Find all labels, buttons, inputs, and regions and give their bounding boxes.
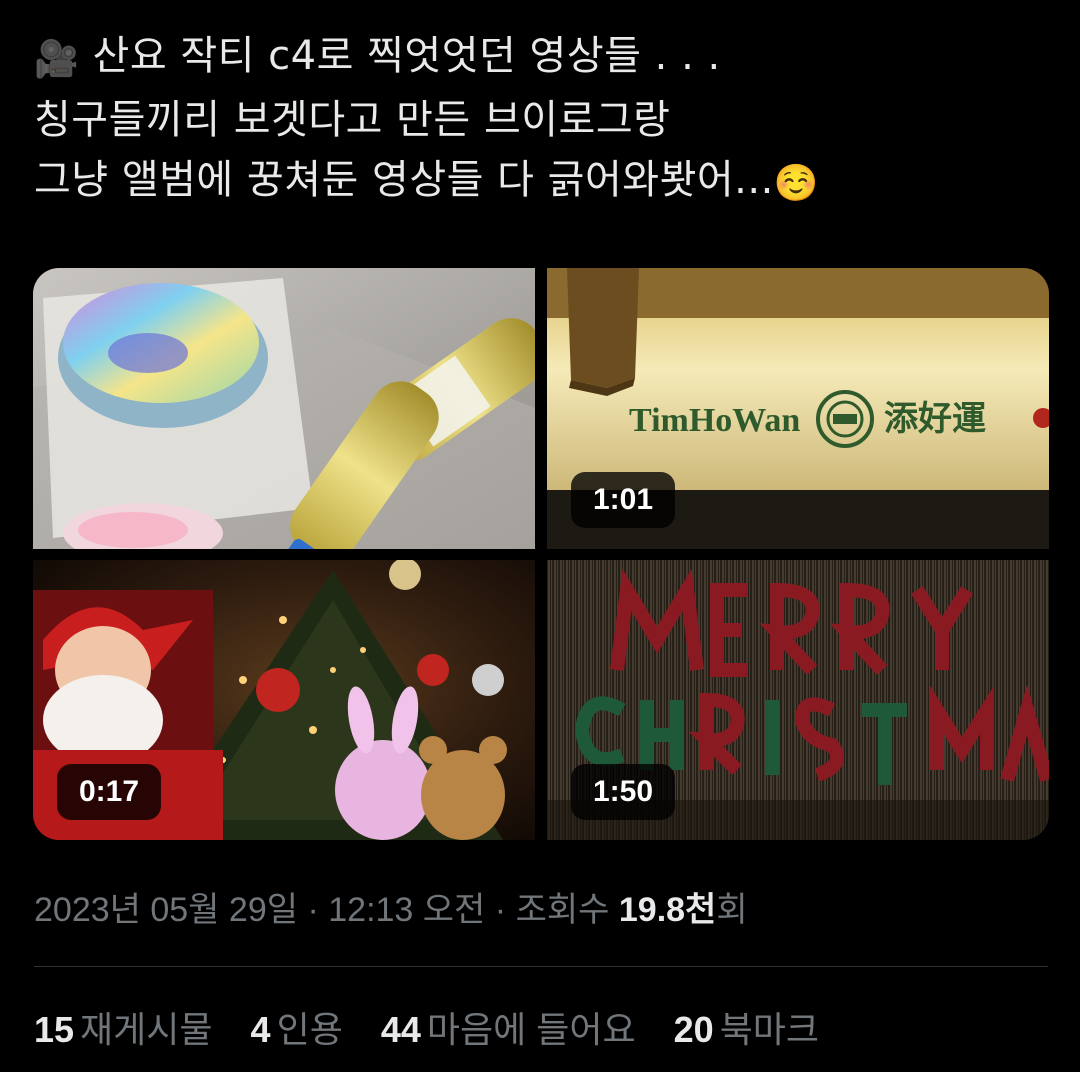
media-grid: TimHoWan 添好運 1:01 0:17 1:50 (33, 268, 1049, 840)
reposts-stat[interactable]: 15 재게시물 (34, 1006, 213, 1054)
video-thumbnail-christmas-tree[interactable]: 0:17 (33, 560, 535, 840)
video-thumbnail-cake[interactable] (33, 268, 535, 549)
separator: · (494, 891, 507, 929)
views-count: 19.8천 (618, 891, 717, 929)
duration-badge: 0:17 (57, 764, 162, 820)
sign-text: TimHoWan (629, 402, 800, 439)
duration-badge: 1:01 (571, 472, 676, 528)
bookmarks-stat[interactable]: 20 북마크 (674, 1006, 819, 1054)
cake-drinks-image (33, 268, 535, 549)
likes-stat[interactable]: 44 마음에 들어요 (381, 1006, 636, 1054)
video-thumbnail-timhowan[interactable]: TimHoWan 添好運 1:01 (547, 268, 1049, 549)
views-suffix: 회 (716, 891, 748, 929)
tweet-line-1: 🎥 산요 작티 c4로 찍엇엇던 영상들 . . . (34, 26, 1044, 90)
views-label: 조회수 (515, 891, 610, 929)
tweet-line-2: 칭구들끼리 보겟다고 만든 브이로그랑 (34, 97, 671, 143)
smiling-face-icon: ☺️ (773, 163, 820, 204)
quotes-stat[interactable]: 4 인용 (251, 1006, 343, 1054)
divider (34, 966, 1048, 967)
tweet-line-3: 그냥 앨범에 꿍쳐둔 영상들 다 긁어와봣어...☺️ (34, 150, 1044, 214)
tweet-date[interactable]: 2023년 05월 29일 (34, 891, 298, 929)
separator: · (307, 891, 319, 929)
tweet-time[interactable]: 12:13 오전 (328, 891, 485, 929)
tweet-text: 🎥 산요 작티 c4로 찍엇엇던 영상들 . . . 칭구들끼리 보겟다고 만든… (34, 26, 1044, 214)
duration-badge: 1:50 (571, 764, 676, 820)
tweet-meta: 2023년 05월 29일 · 12:13 오전 · 조회수 19.8천회 (34, 886, 748, 934)
sign-text-chinese: 添好運 (884, 399, 986, 439)
film-camera-icon: 🎥 (34, 39, 80, 80)
tweet-stats: 15 재게시물 4 인용 44 마음에 들어요 20 북마크 (34, 1006, 847, 1054)
video-thumbnail-merry-christmas[interactable]: 1:50 (547, 560, 1049, 840)
